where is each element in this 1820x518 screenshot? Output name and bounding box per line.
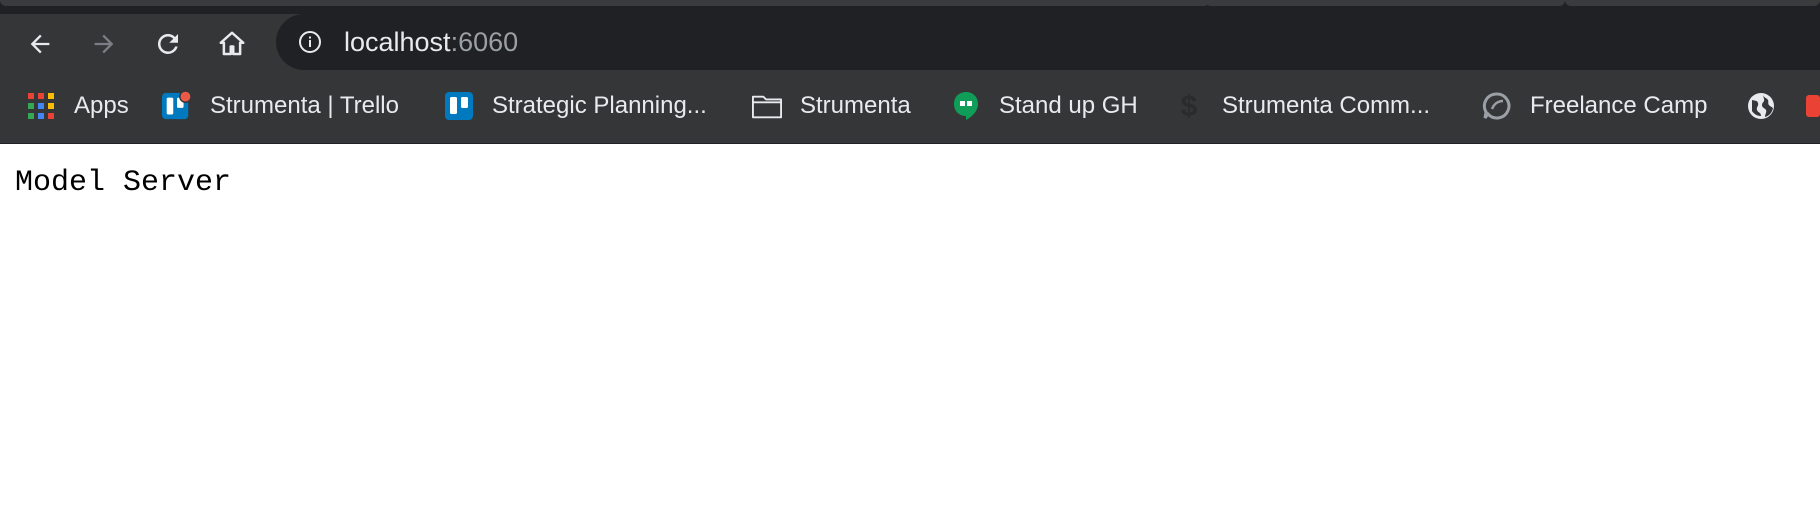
bookmark-label: Freelance Camp <box>1530 92 1708 119</box>
trello-icon <box>162 90 192 121</box>
reload-button[interactable] <box>150 28 186 60</box>
tab[interactable] <box>1205 0 1565 6</box>
bookmark-globe[interactable] <box>1746 80 1794 132</box>
svg-text:$: $ <box>1181 90 1198 122</box>
bookmark-stand-up-gh[interactable]: Stand up GH <box>951 80 1138 132</box>
partial-bookmark-icon <box>1806 95 1820 117</box>
bookmark-strumenta-comm[interactable]: $ Strumenta Comm... <box>1174 80 1430 132</box>
tab[interactable] <box>0 0 1210 6</box>
hangouts-icon <box>951 91 981 121</box>
url-port: :6060 <box>450 27 519 57</box>
bookmark-label: Strumenta <box>800 92 911 119</box>
info-icon[interactable] <box>298 30 322 54</box>
forward-arrow-icon <box>94 34 114 54</box>
bookmark-label: Stand up GH <box>999 92 1138 119</box>
browser-chrome: localhost:6060 Apps Strumenta | Trello S… <box>0 0 1820 144</box>
forward-button[interactable] <box>86 28 122 60</box>
folder-icon <box>752 91 782 121</box>
bookmark-label: Strategic Planning... <box>492 92 707 119</box>
tab[interactable] <box>1565 0 1820 6</box>
tab-strip <box>0 0 1820 14</box>
bookmark-label: Strumenta Comm... <box>1222 92 1431 119</box>
url-text[interactable]: localhost:6060 <box>344 14 518 70</box>
dollar-icon: $ <box>1174 90 1204 122</box>
bookmark-label: Apps <box>74 92 129 119</box>
page-heading: Model Server <box>15 166 232 200</box>
url-host: localhost <box>344 27 451 57</box>
home-icon <box>219 31 245 56</box>
bookmarks-bar: Apps Strumenta | Trello Strategic Planni… <box>0 80 1820 132</box>
bookmark-overflow-item[interactable] <box>1806 80 1820 132</box>
chat-bubble-icon <box>1482 91 1512 121</box>
bookmark-label: Strumenta | Trello <box>210 92 399 119</box>
bookmark-freelance-camp[interactable]: Freelance Camp <box>1482 80 1707 132</box>
trello-icon <box>444 91 474 121</box>
bookmark-strumenta-trello[interactable]: Strumenta | Trello <box>162 80 399 132</box>
page-content: Model Server <box>0 144 1820 518</box>
reload-icon <box>157 33 178 54</box>
globe-icon <box>1746 91 1776 121</box>
address-bar[interactable]: localhost:6060 <box>276 14 1820 70</box>
back-arrow-icon <box>30 34 50 54</box>
home-button[interactable] <box>214 28 250 60</box>
back-button[interactable] <box>22 28 58 60</box>
bookmark-strategic-planning[interactable]: Strategic Planning... <box>444 80 707 132</box>
toolbar: localhost:6060 <box>0 14 1820 70</box>
bookmark-strumenta-folder[interactable]: Strumenta <box>752 80 911 132</box>
apps-grid-icon <box>26 91 56 121</box>
bookmark-apps[interactable]: Apps <box>26 80 129 132</box>
